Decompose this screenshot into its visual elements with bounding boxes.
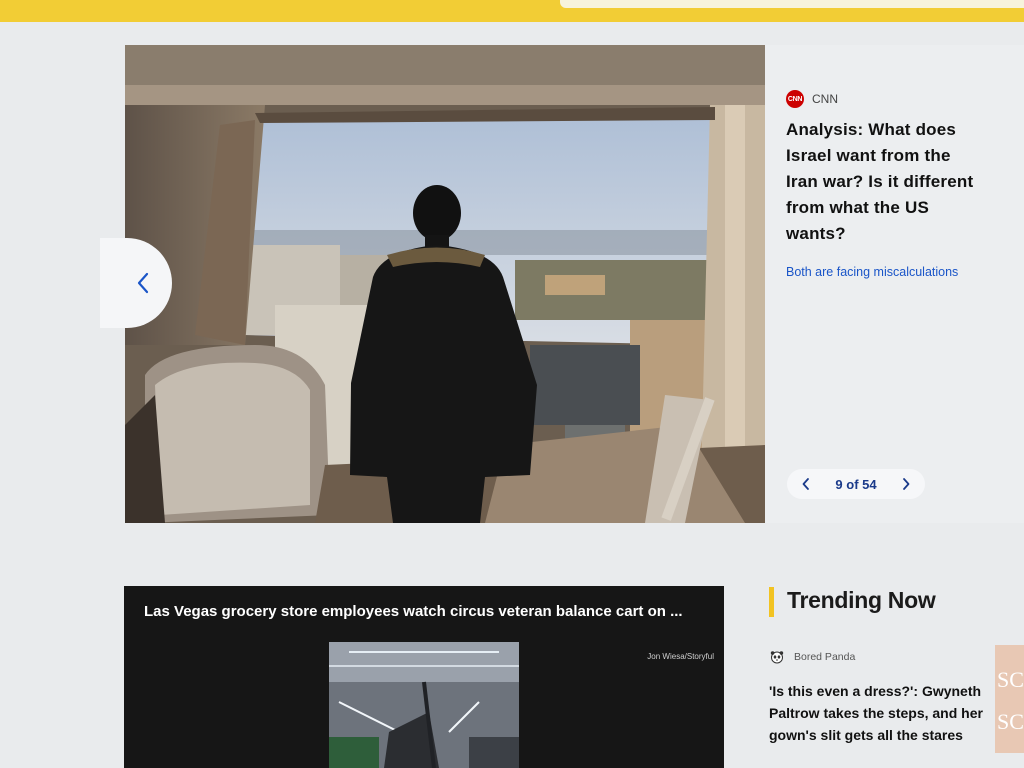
top-header-tab <box>560 0 1024 8</box>
trending-accent-bar <box>769 587 774 617</box>
video-credit: Jon Wiesa/Storyful <box>647 652 714 661</box>
trending-title: Trending Now <box>787 587 936 613</box>
thumbnail-text: SC <box>997 667 1024 692</box>
video-title[interactable]: Las Vegas grocery store employees watch … <box>144 603 683 620</box>
panda-icon <box>770 651 784 664</box>
thumbnail-text: SC <box>997 709 1024 734</box>
hero-slide-photo[interactable] <box>125 45 765 523</box>
trending-item-headline[interactable]: 'Is this even a dress?': Gwyneth Paltrow… <box>769 680 984 746</box>
pager-next-button[interactable] <box>901 477 911 491</box>
chevron-right-icon <box>903 478 910 490</box>
pager-prev-button[interactable] <box>801 477 811 491</box>
video-frame[interactable] <box>329 642 519 768</box>
trending-item-source: Bored Panda <box>794 651 856 663</box>
trending-item-thumbnail[interactable]: SC SC <box>995 645 1024 753</box>
chevron-left-icon <box>802 478 809 490</box>
cnn-logo: CNN <box>786 90 804 108</box>
hero-source-row: CNN CNN <box>786 90 838 108</box>
pager-count: 9 of 54 <box>835 476 877 492</box>
video-player-card[interactable]: Las Vegas grocery store employees watch … <box>124 586 724 768</box>
hero-subheadline-link[interactable]: Both are facing miscalculations <box>786 265 958 279</box>
hero-caption-panel: CNN CNN Analysis: What does Israel want … <box>765 45 1024 523</box>
hero-source-name: CNN <box>812 92 838 106</box>
slide-pager: 9 of 54 <box>787 469 925 499</box>
grocery-store-video-still <box>329 642 519 768</box>
chevron-left-icon <box>137 272 149 294</box>
damaged-building-photo <box>125 45 765 523</box>
hero-headline-link[interactable]: Analysis: What does Israel want from the… <box>786 117 986 247</box>
trending-item-source-row: Bored Panda <box>770 650 855 664</box>
